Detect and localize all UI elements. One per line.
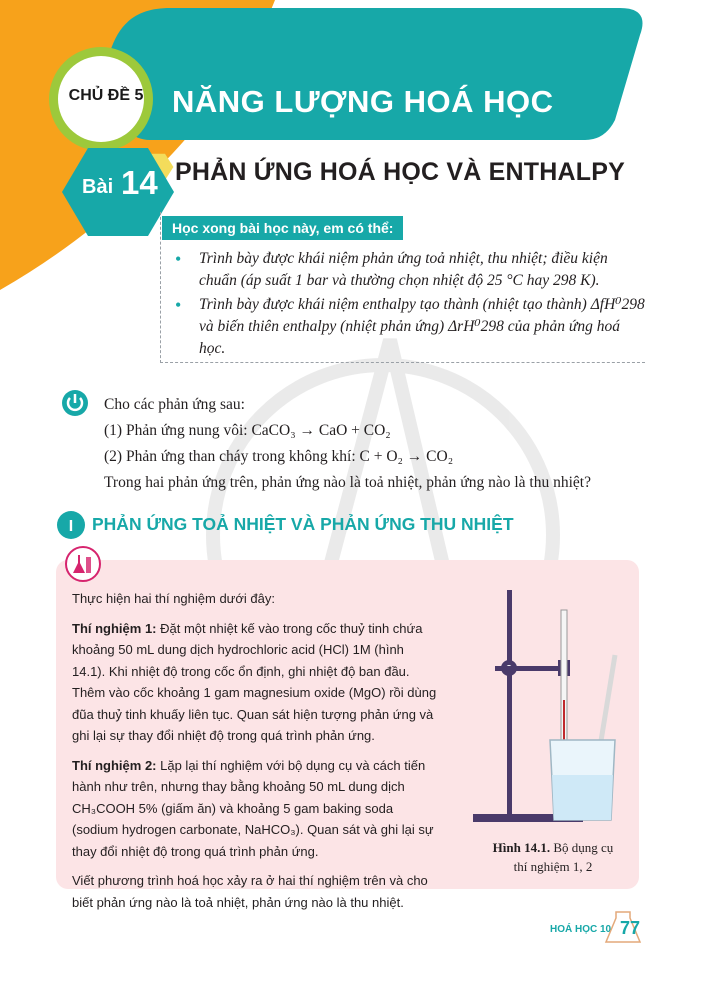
- objective-item-1: • Trình bày được khái niệm phản ứng toả …: [175, 248, 645, 292]
- experiment-task: Viết phương trình hoá học xảy ra ở hai t…: [72, 873, 428, 910]
- experiment-1-label: Thí nghiệm 1:: [72, 620, 157, 636]
- teal-header-band: [107, 8, 643, 140]
- experiment-intro: Thực hiện hai thí nghiệm dưới đây:: [72, 591, 275, 606]
- section-number: I: [69, 518, 73, 535]
- warmup-power-icon: [62, 390, 88, 416]
- bullet-icon: •: [175, 249, 182, 269]
- experiment-1: Thí nghiệm 1: Đặt một nhiệt kế vào trong…: [72, 618, 440, 747]
- warmup-reaction-1: (1) Phản ứng nung vôi: CaCO₃ → CaO + CO₂: [104, 422, 391, 439]
- warmup-question: Trong hai phản ứng trên, phản ứng nào là…: [104, 474, 591, 491]
- warmup-intro: Cho các phản ứng sau:: [104, 396, 245, 413]
- lab-apparatus-illustration: [473, 590, 618, 822]
- warmup-block: Cho các phản ứng sau: (1) Phản ứng nung …: [104, 392, 664, 496]
- experiment-text: Thực hiện hai thí nghiệm dưới đây: Thí n…: [72, 588, 440, 921]
- lesson-title: PHẢN ỨNG HOÁ HỌC VÀ ENTHALPY: [175, 158, 625, 186]
- chapter-label: CHỦ ĐỀ 5: [68, 87, 144, 104]
- bullet-icon: •: [175, 295, 182, 315]
- chapter-title: NĂNG LƯỢNG HOÁ HỌC: [172, 84, 554, 119]
- lesson-word: Bài: [82, 176, 114, 198]
- section-title: PHẢN ỨNG TOẢ NHIỆT VÀ PHẢN ỨNG THU NHIỆT: [92, 514, 514, 534]
- objective-text-1: Trình bày được khái niệm phản ứng toả nh…: [199, 250, 608, 289]
- experiment-1-text: Đặt một nhiệt kế vào trong cốc thuỷ tinh…: [72, 620, 437, 744]
- objective-text-2: Trình bày được khái niệm enthalpy tạo th…: [199, 296, 645, 357]
- objectives-heading: Học xong bài học này, em có thể:: [162, 216, 404, 240]
- flask-icon: [65, 546, 101, 582]
- experiment-2: Thí nghiệm 2: Lặp lại thí nghiệm với bộ …: [72, 755, 440, 863]
- page-number: 77: [619, 918, 641, 938]
- section-number-badge: I: [57, 511, 85, 539]
- figure-caption: Hình 14.1. Bộ dụng cụ thí nghiệm 1, 2: [488, 838, 618, 876]
- figure-label: Hình 14.1.: [492, 840, 551, 855]
- lesson-number: 14: [121, 164, 158, 201]
- warmup-reaction-2: (2) Phản ứng than cháy trong không khí: …: [104, 448, 454, 465]
- objective-item-2: • Trình bày được khái niệm enthalpy tạo …: [175, 294, 645, 360]
- experiment-2-label: Thí nghiệm 2:: [72, 757, 157, 773]
